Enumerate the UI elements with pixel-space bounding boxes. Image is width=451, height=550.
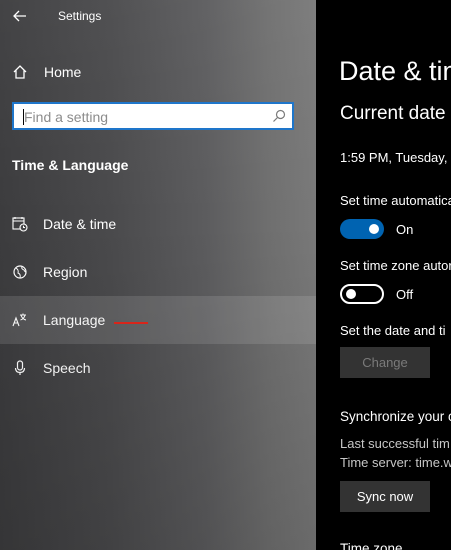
date-time-icon	[12, 216, 28, 232]
sidebar-item-date-time[interactable]: Date & time	[0, 200, 316, 248]
change-button[interactable]: Change	[340, 347, 430, 378]
home-label: Home	[44, 64, 82, 80]
sidebar-item-label: Region	[43, 264, 88, 280]
section-title: Time & Language	[12, 157, 129, 173]
sidebar-item-label: Date & time	[43, 216, 117, 232]
red-underline-annotation	[114, 322, 148, 324]
page-title: Date & tim	[339, 56, 451, 86]
last-sync-text: Last successful tim	[340, 436, 450, 451]
date-time-page: Date & tim Current date 1:59 PM, Tuesday…	[316, 0, 451, 550]
current-datetime-text: 1:59 PM, Tuesday,	[340, 150, 448, 165]
set-timezone-auto-state: Off	[396, 287, 414, 302]
search-input[interactable]: Find a setting	[12, 102, 294, 130]
sidebar-item-language[interactable]: Language	[0, 296, 316, 344]
back-arrow-icon	[13, 10, 26, 22]
set-time-auto-toggle[interactable]	[340, 219, 384, 239]
home-icon	[12, 64, 28, 80]
globe-icon	[12, 264, 28, 280]
sidebar-item-label: Speech	[43, 360, 91, 376]
current-date-heading: Current date	[340, 103, 446, 124]
language-icon	[12, 312, 28, 328]
sync-heading: Synchronize your c	[340, 409, 451, 424]
time-server-text: Time server: time.w	[340, 455, 451, 470]
set-date-manually-label: Set the date and ti	[340, 323, 446, 338]
timezone-heading: Time zone	[340, 541, 403, 550]
set-timezone-auto-label: Set time zone autor	[340, 258, 451, 273]
settings-sidebar: Settings Home Find a setting Time & Lang…	[0, 0, 316, 550]
set-timezone-auto-toggle[interactable]	[340, 284, 384, 304]
window-title: Settings	[58, 9, 102, 23]
sidebar-item-label: Language	[43, 312, 106, 328]
sync-now-button[interactable]: Sync now	[340, 481, 430, 512]
home-nav-item[interactable]: Home	[0, 48, 316, 96]
title-bar: Settings	[0, 0, 316, 32]
set-time-auto-state: On	[396, 222, 414, 237]
back-button[interactable]	[8, 4, 32, 28]
search-placeholder: Find a setting	[24, 109, 109, 125]
set-time-auto-label: Set time automatica	[340, 193, 451, 208]
microphone-icon	[12, 360, 28, 376]
search-icon[interactable]	[272, 109, 286, 123]
sidebar-item-speech[interactable]: Speech	[0, 344, 316, 392]
sidebar-item-region[interactable]: Region	[0, 248, 316, 296]
